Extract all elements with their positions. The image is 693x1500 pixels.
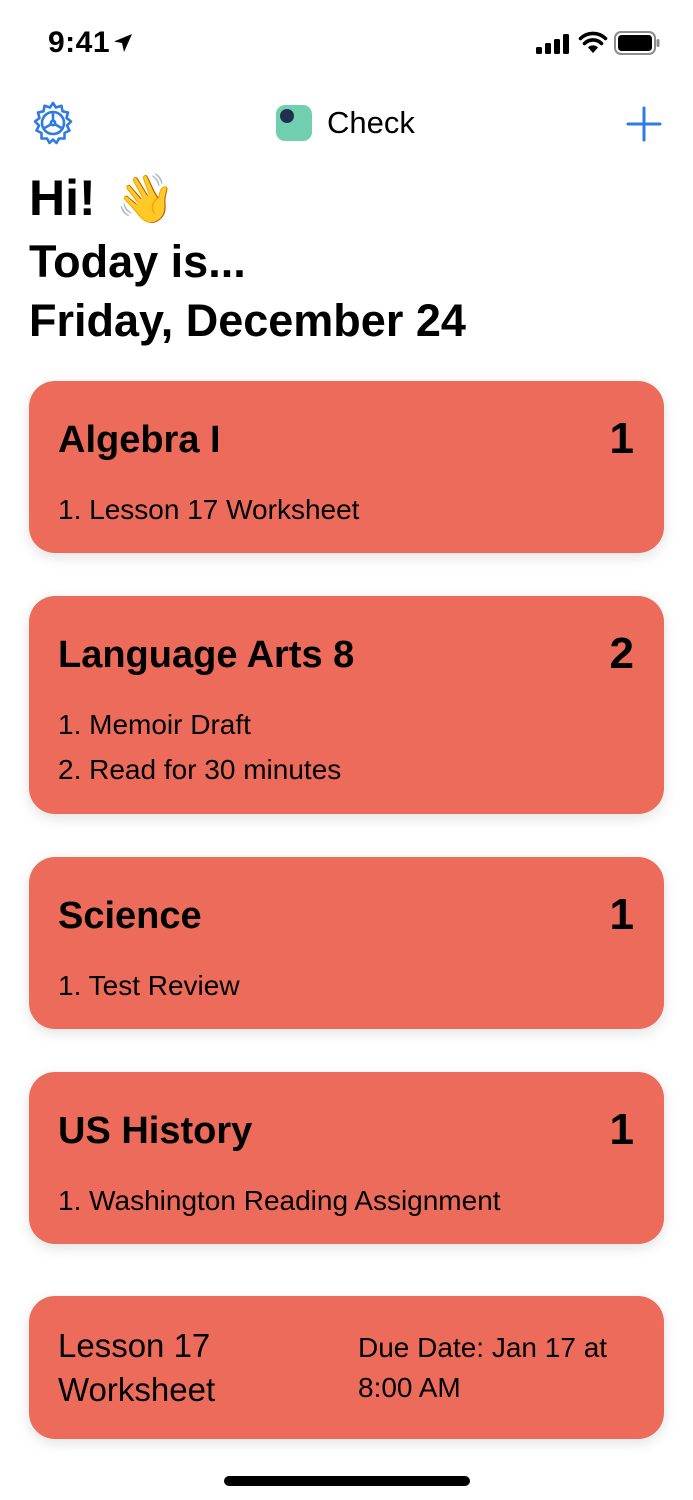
plus-icon[interactable] xyxy=(624,104,664,144)
course-title: Language Arts 8 xyxy=(58,634,355,676)
status-bar: 9:41 xyxy=(0,0,693,90)
greeting-text: Hi! xyxy=(29,170,96,226)
today-date: Friday, December 24 xyxy=(29,295,466,346)
assignment-item[interactable]: 1. Test Review xyxy=(58,963,240,1008)
due-date: Due Date: Jan 17 at 8:00 AM xyxy=(358,1332,608,1403)
course-card-us-history[interactable]: US History 1 1. Washington Reading Assig… xyxy=(29,1072,664,1244)
greeting-heading: Hi! 👋 xyxy=(29,168,175,230)
course-card-algebra[interactable]: Algebra I 1 1. Lesson 17 Worksheet xyxy=(29,381,664,553)
battery-icon xyxy=(614,31,660,55)
assignment-item[interactable]: 1. Memoir Draft xyxy=(58,702,341,747)
course-card-science[interactable]: Science 1 1. Test Review xyxy=(29,857,664,1029)
home-indicator[interactable] xyxy=(224,1476,470,1486)
course-count: 1 xyxy=(609,890,634,939)
gear-icon[interactable] xyxy=(30,100,76,146)
app-title: Check xyxy=(276,103,415,143)
assignment-name: Lesson 17 Worksheet xyxy=(58,1327,216,1408)
app-logo-icon xyxy=(276,105,312,141)
course-count: 2 xyxy=(609,629,634,678)
course-title: US History xyxy=(58,1110,253,1152)
course-title: Algebra I xyxy=(58,419,221,461)
status-time: 9:41 xyxy=(48,26,111,59)
assignment-list: 1. Memoir Draft 2. Read for 30 minutes xyxy=(58,702,341,792)
today-label: Today is... xyxy=(29,236,246,287)
location-arrow-icon xyxy=(114,34,132,52)
assignment-list: 1. Washington Reading Assignment xyxy=(58,1178,501,1223)
waving-hand-icon: 👋 xyxy=(115,173,176,226)
assignment-list: 1. Lesson 17 Worksheet xyxy=(58,487,359,532)
app-logo-dot xyxy=(280,109,294,123)
assignment-item[interactable]: 2. Read for 30 minutes xyxy=(58,747,341,792)
assignment-item[interactable]: 1. Washington Reading Assignment xyxy=(58,1178,501,1223)
assignment-item[interactable]: 1. Lesson 17 Worksheet xyxy=(58,487,359,532)
course-title: Science xyxy=(58,895,202,937)
app-name: Check xyxy=(327,105,415,140)
cellular-signal-icon xyxy=(536,34,569,54)
app-screen: 9:41 Check Hi! 👋 Today is... Friday, Dec… xyxy=(0,0,693,1500)
wifi-icon xyxy=(578,31,608,53)
assignment-list: 1. Test Review xyxy=(58,963,240,1008)
course-count: 1 xyxy=(609,1105,634,1154)
assignment-detail-card[interactable]: Lesson 17 Worksheet Due Date: Jan 17 at … xyxy=(29,1296,664,1439)
course-count: 1 xyxy=(609,414,634,463)
course-card-language-arts[interactable]: Language Arts 8 2 1. Memoir Draft 2. Rea… xyxy=(29,596,664,814)
